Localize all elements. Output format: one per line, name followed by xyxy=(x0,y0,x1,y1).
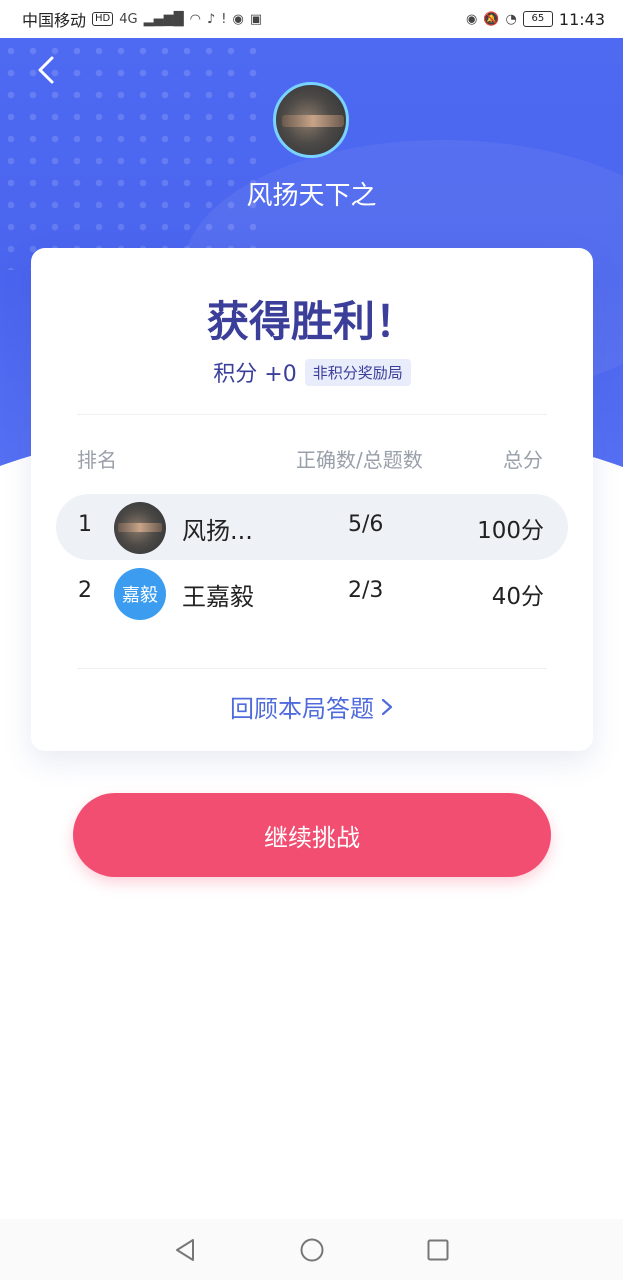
player-name: 王嘉毅 xyxy=(182,583,254,611)
header-correct: 正确数/总题数 xyxy=(296,448,423,472)
chevron-left-icon xyxy=(38,56,54,84)
chevron-right-icon xyxy=(381,698,393,715)
app-icon: ◉ xyxy=(232,11,244,27)
nav-home-icon[interactable] xyxy=(299,1237,325,1263)
battery-icon: 65 xyxy=(522,11,553,27)
table-row: 1 风扬... 5/6 100分 xyxy=(56,494,568,560)
eye-icon: ◉ xyxy=(466,11,478,27)
alert-icon: ! xyxy=(221,11,227,27)
score-row: 积分 +0 非积分奖励局 xyxy=(31,356,593,388)
rank-number: 1 xyxy=(78,512,92,537)
signal-icon: ▂▄▆█ xyxy=(143,11,184,27)
image-icon: ▣ xyxy=(249,11,263,27)
rank-number: 2 xyxy=(78,578,92,603)
divider xyxy=(77,414,547,415)
avatar xyxy=(114,502,166,554)
back-button[interactable] xyxy=(32,54,60,86)
result-title: 获得胜利！ xyxy=(206,297,417,346)
total-score: 40分 xyxy=(491,584,544,610)
table-row: 2 嘉毅 王嘉毅 2/3 40分 xyxy=(56,560,568,626)
header-total: 总分 xyxy=(503,448,543,472)
speed-icon: ◔ xyxy=(505,11,517,27)
system-nav-bar xyxy=(0,1219,623,1280)
wifi-icon: ◠ xyxy=(189,11,201,27)
profile-avatar xyxy=(273,82,349,158)
correct-count: 5/6 xyxy=(348,512,384,537)
mute-bell-icon: 🔕 xyxy=(483,11,500,27)
header-rank: 排名 xyxy=(77,448,117,472)
status-bar: 中国移动 HD 4G ▂▄▆█ ◠ ♪ ! ◉ ▣ ◉ 🔕 ◔ 65 11:43 xyxy=(0,0,623,38)
tiktok-icon: ♪ xyxy=(206,11,216,27)
divider xyxy=(77,668,547,669)
network-type-label: 4G xyxy=(119,11,138,27)
nav-recents-icon[interactable] xyxy=(425,1237,451,1263)
continue-challenge-button[interactable]: 继续挑战 xyxy=(73,793,551,877)
round-type-badge: 非积分奖励局 xyxy=(304,358,411,386)
correct-count: 2/3 xyxy=(348,578,384,603)
clock: 11:43 xyxy=(558,9,605,29)
review-answers-label: 回顾本局答题 xyxy=(230,695,374,723)
review-answers-link[interactable]: 回顾本局答题 xyxy=(31,689,593,724)
nav-back-icon[interactable] xyxy=(173,1237,199,1263)
avatar: 嘉毅 xyxy=(114,568,166,620)
player-name: 风扬... xyxy=(182,517,253,545)
score-text: 积分 +0 xyxy=(213,362,297,387)
carrier-label: 中国移动 xyxy=(22,11,87,30)
total-score: 100分 xyxy=(477,518,544,544)
hd-icon: HD xyxy=(92,12,114,26)
profile-name: 风扬天下之 xyxy=(246,181,377,211)
result-card: 获得胜利！ 积分 +0 非积分奖励局 排名 正确数/总题数 总分 1 风扬...… xyxy=(31,248,593,751)
